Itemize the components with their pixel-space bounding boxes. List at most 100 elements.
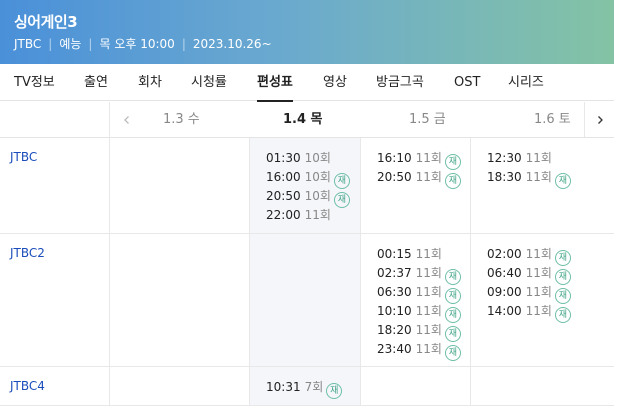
divider: | [88, 37, 93, 51]
schedule-cell [110, 234, 250, 366]
program-meta: JTBC | 예능 | 목 오후 10:00 | 2023.10.26~ [14, 35, 272, 52]
schedule-cell: 12:30 11회 18:30 11회 재 [471, 138, 614, 233]
episode-number: 10회 [304, 170, 331, 184]
schedule-item: 10:31 7회 재 [266, 378, 343, 399]
program-airtime: 목 오후 10:00 [99, 37, 175, 51]
schedule-item: 02:37 11회 재 [377, 264, 461, 285]
schedule-item: 00:15 11회 [377, 245, 442, 264]
tab-series[interactable]: 시리즈 [508, 64, 544, 101]
rerun-badge-icon: 재 [444, 345, 461, 361]
air-time: 09:00 [487, 285, 522, 299]
episode-number: 11회 [525, 266, 552, 280]
schedule-row: JTBC2 00:15 11회 02:37 11회 재 06:30 11회 재 10:10 11회 재… [0, 234, 614, 367]
schedule-item: 09:00 11회 재 [487, 283, 571, 304]
schedule-item: 22:00 11회 [266, 206, 331, 225]
date-header: 1.5 금 [409, 112, 446, 127]
channel-column-header [0, 102, 110, 137]
schedule-cell [110, 138, 250, 233]
air-time: 01:30 [266, 151, 301, 165]
date-navigator: 1.3 수 1.4 목 1.5 금 1.6 토 [0, 102, 614, 138]
chevron-right-icon [597, 115, 603, 124]
tab-schedule[interactable]: 편성표 [257, 64, 293, 102]
tab-ratings[interactable]: 시청률 [191, 64, 227, 101]
air-time: 02:37 [377, 266, 412, 280]
previous-dates-button[interactable] [112, 102, 142, 137]
broadcast-channel: JTBC [14, 37, 42, 51]
channel-link[interactable]: JTBC [10, 150, 37, 164]
schedule-item: 18:30 11회 재 [487, 168, 571, 189]
divider: | [181, 37, 186, 51]
rerun-badge-icon: 재 [326, 383, 343, 399]
tab-recent-songs[interactable]: 방금그곡 [376, 64, 424, 101]
program-start-date: 2023.10.26~ [192, 37, 272, 51]
air-time: 10:31 [266, 380, 301, 394]
program-title: 싱어게인3 [14, 13, 78, 31]
air-time: 20:50 [266, 189, 301, 203]
schedule-item: 20:50 10회 재 [266, 187, 350, 208]
rerun-badge-icon: 재 [554, 307, 571, 323]
program-genre: 예능 [59, 37, 82, 51]
rerun-badge-icon: 재 [333, 192, 350, 208]
air-time: 18:30 [487, 170, 522, 184]
episode-number: 10회 [304, 151, 331, 165]
schedule-cell: 10:31 7회 재 [250, 367, 361, 405]
tab-videos[interactable]: 영상 [323, 64, 347, 101]
schedule-item: 02:00 11회 재 [487, 245, 571, 266]
rerun-badge-icon: 재 [554, 173, 571, 189]
tab-tv-info[interactable]: TV정보 [14, 64, 55, 101]
schedule-cell [471, 367, 614, 405]
episode-number: 11회 [525, 304, 552, 318]
air-time: 23:40 [377, 342, 412, 356]
episode-number: 11회 [415, 323, 442, 337]
air-time: 16:00 [266, 170, 301, 184]
episode-number: 11회 [525, 151, 552, 165]
tab-ost[interactable]: OST [454, 64, 480, 101]
episode-number: 11회 [415, 247, 442, 261]
schedule-cell: 16:10 11회 재 20:50 11회 재 [361, 138, 471, 233]
air-time: 02:00 [487, 247, 522, 261]
air-time: 18:20 [377, 323, 412, 337]
date-header: 1.3 수 [163, 112, 200, 127]
schedule-row: JTBC4 10:31 7회 재 [0, 367, 614, 406]
air-time: 14:00 [487, 304, 522, 318]
schedule-item: 06:30 11회 재 [377, 283, 461, 304]
schedule-item: 12:30 11회 [487, 149, 552, 168]
air-time: 10:10 [377, 304, 412, 318]
episode-number: 11회 [525, 285, 552, 299]
schedule-item: 10:10 11회 재 [377, 302, 461, 323]
chevron-left-icon [124, 115, 129, 124]
schedule-item: 01:30 10회 [266, 149, 331, 168]
next-dates-button[interactable] [584, 102, 614, 137]
tab-episodes[interactable]: 회차 [138, 64, 162, 101]
episode-number: 7회 [304, 380, 324, 394]
air-time: 06:30 [377, 285, 412, 299]
schedule-cell [110, 367, 250, 405]
episode-number: 11회 [415, 170, 442, 184]
episode-number: 11회 [415, 285, 442, 299]
channel-link[interactable]: JTBC2 [10, 246, 45, 260]
schedule-item: 23:40 11회 재 [377, 340, 461, 361]
date-header-today: 1.4 목 [283, 112, 323, 127]
air-time: 20:50 [377, 170, 412, 184]
channel-link[interactable]: JTBC4 [10, 379, 45, 393]
air-time: 16:10 [377, 151, 412, 165]
episode-number: 11회 [304, 208, 331, 222]
tab-cast[interactable]: 출연 [84, 64, 108, 101]
channel-cell: JTBC [0, 138, 110, 233]
air-time: 06:40 [487, 266, 522, 280]
air-time: 12:30 [487, 151, 522, 165]
schedule-cell: 01:30 10회 16:00 10회 재 20:50 10회 재 22:00 11회 [250, 138, 361, 233]
schedule-item: 16:10 11회 재 [377, 149, 461, 170]
episode-number: 11회 [415, 266, 442, 280]
air-time: 22:00 [266, 208, 301, 222]
schedule-item: 20:50 11회 재 [377, 168, 461, 189]
air-time: 00:15 [377, 247, 412, 261]
schedule-item: 16:00 10회 재 [266, 168, 350, 189]
rerun-badge-icon: 재 [444, 173, 461, 189]
program-header: 싱어게인3 JTBC | 예능 | 목 오후 10:00 | 2023.10.26~ [0, 0, 614, 64]
schedule-item: 14:00 11회 재 [487, 302, 571, 323]
schedule-item: 06:40 11회 재 [487, 264, 571, 285]
schedule-item: 18:20 11회 재 [377, 321, 461, 342]
date-header: 1.6 토 [534, 112, 571, 127]
channel-cell: JTBC2 [0, 234, 110, 366]
